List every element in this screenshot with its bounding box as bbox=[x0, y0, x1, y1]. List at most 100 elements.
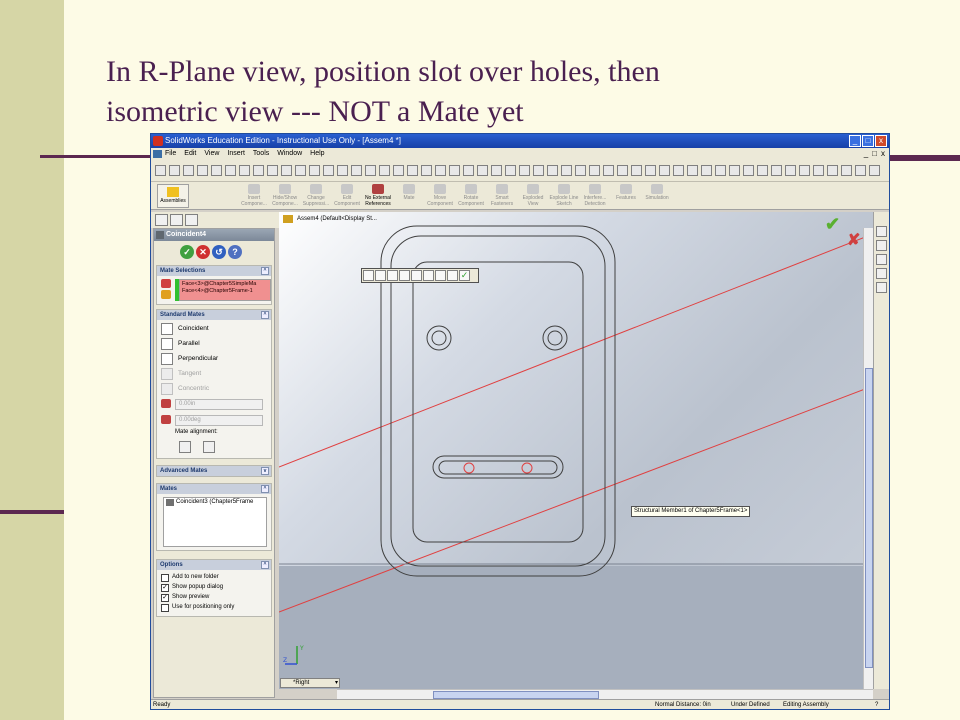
distance-popup-icon[interactable] bbox=[423, 270, 434, 281]
doc-close-button[interactable]: x bbox=[881, 148, 885, 160]
status-help-icon[interactable]: ? bbox=[875, 700, 878, 709]
toolbar-tool-icon[interactable] bbox=[715, 165, 726, 176]
collapse-chevron-icon[interactable]: ^ bbox=[261, 485, 269, 493]
checkbox-checked-icon[interactable]: ✓ bbox=[161, 594, 169, 602]
toolbar-tool-icon[interactable] bbox=[323, 165, 334, 176]
toolbar-tool-icon[interactable] bbox=[799, 165, 810, 176]
show-popup-dialog-checkbox[interactable]: ✓ Show popup dialog bbox=[161, 583, 223, 593]
toolbar-tool-icon[interactable] bbox=[281, 165, 292, 176]
collapse-chevron-icon[interactable]: ^ bbox=[261, 561, 269, 569]
menu-help[interactable]: Help bbox=[310, 148, 324, 160]
toolbar-tool-icon[interactable] bbox=[505, 165, 516, 176]
toolbar-tool-icon[interactable] bbox=[463, 165, 474, 176]
maximize-button[interactable]: □ bbox=[862, 135, 874, 147]
use-for-positioning-only-checkbox[interactable]: Use for positioning only bbox=[161, 603, 234, 613]
toolbar-tool-icon[interactable] bbox=[183, 165, 194, 176]
tangent-option[interactable]: Tangent bbox=[161, 368, 201, 382]
ok-popup-icon[interactable]: ✓ bbox=[459, 270, 470, 281]
toolbar-tool-icon[interactable] bbox=[743, 165, 754, 176]
toolbar-tool-icon[interactable] bbox=[169, 165, 180, 176]
toolbar-tool-icon[interactable] bbox=[771, 165, 782, 176]
show-preview-checkbox[interactable]: ✓ Show preview bbox=[161, 593, 209, 603]
collapse-chevron-icon[interactable]: ^ bbox=[261, 267, 269, 275]
toolbar-tool-icon[interactable] bbox=[813, 165, 824, 176]
document-icon[interactable] bbox=[153, 150, 162, 158]
toolbar-tool-icon[interactable] bbox=[603, 165, 614, 176]
assemblies-tab[interactable]: Assemblies bbox=[157, 184, 189, 208]
confirm-ok-icon[interactable]: ✔ bbox=[825, 214, 840, 235]
solidworks-app-icon[interactable] bbox=[153, 136, 163, 146]
command-move-component-button[interactable]: Move Component bbox=[425, 183, 455, 209]
command-insert-compone-button[interactable]: Insert Compone... bbox=[239, 183, 269, 209]
list-item[interactable]: Coincident3 (Chapter5Frame bbox=[176, 498, 266, 507]
coincident-option[interactable]: Coincident bbox=[161, 323, 209, 337]
scroll-thumb[interactable] bbox=[433, 691, 599, 699]
command-rotate-component-button[interactable]: Rotate Component bbox=[456, 183, 486, 209]
concentric-popup-icon[interactable] bbox=[411, 270, 422, 281]
ok-button[interactable]: ✓ bbox=[180, 245, 194, 259]
perpendicular-popup-icon[interactable] bbox=[387, 270, 398, 281]
toolbar-tool-icon[interactable] bbox=[155, 165, 166, 176]
command-change-suppressi-button[interactable]: Change Suppressi... bbox=[301, 183, 331, 209]
add-to-new-folder-checkbox[interactable]: Add to new folder bbox=[161, 573, 219, 583]
command-explode-line-sketch-button[interactable]: Explode Line Sketch bbox=[549, 183, 579, 209]
horizontal-scrollbar[interactable] bbox=[337, 689, 873, 699]
menu-tools[interactable]: Tools bbox=[253, 148, 269, 160]
toolbar-tool-icon[interactable] bbox=[785, 165, 796, 176]
toolbar-tool-icon[interactable] bbox=[701, 165, 712, 176]
toolbar-tool-icon[interactable] bbox=[827, 165, 838, 176]
list-item[interactable]: Face<3>@Chapter5SimpleMa bbox=[182, 281, 268, 288]
menu-insert[interactable]: Insert bbox=[227, 148, 245, 160]
toolbar-tool-icon[interactable] bbox=[855, 165, 866, 176]
toolbar-tool-icon[interactable] bbox=[267, 165, 278, 176]
parallel-popup-icon[interactable] bbox=[375, 270, 386, 281]
view-orientation-dropdown[interactable]: *Right bbox=[280, 678, 340, 688]
toolbar-tool-icon[interactable] bbox=[351, 165, 362, 176]
property-manager-tab-icon[interactable] bbox=[170, 214, 183, 226]
concentric-option[interactable]: Concentric bbox=[161, 383, 209, 397]
list-item[interactable]: Face<4>@Chapter5Frame-1 bbox=[182, 288, 268, 295]
mates-list[interactable]: Coincident3 (Chapter5Frame bbox=[163, 497, 267, 547]
command-edit-component-button[interactable]: Edit Component bbox=[332, 183, 362, 209]
cancel-button[interactable]: ✕ bbox=[196, 245, 210, 259]
toolbar-tool-icon[interactable] bbox=[253, 165, 264, 176]
menu-window[interactable]: Window bbox=[277, 148, 302, 160]
toolbar-tool-icon[interactable] bbox=[533, 165, 544, 176]
checkbox-icon[interactable] bbox=[161, 604, 169, 612]
command-no-external-references-button[interactable]: No External References bbox=[363, 183, 393, 209]
toolbar-tool-icon[interactable] bbox=[631, 165, 642, 176]
collapse-chevron-icon[interactable]: ^ bbox=[261, 311, 269, 319]
toolbar-tool-icon[interactable] bbox=[421, 165, 432, 176]
toolbar-tool-icon[interactable] bbox=[561, 165, 572, 176]
command-hide-show-compone-button[interactable]: Hide/Show Compone... bbox=[270, 183, 300, 209]
distance-field[interactable]: 0.00in bbox=[175, 399, 263, 410]
help-button[interactable]: ? bbox=[228, 245, 242, 259]
toolbar-tool-icon[interactable] bbox=[393, 165, 404, 176]
angle-field[interactable]: 0.00deg bbox=[175, 415, 263, 426]
standard-mates-header[interactable]: Standard Mates ^ bbox=[157, 310, 271, 320]
toolbar-tool-icon[interactable] bbox=[365, 165, 376, 176]
parallel-option[interactable]: Parallel bbox=[161, 338, 200, 352]
doc-restore-button[interactable]: □ bbox=[872, 148, 877, 160]
toolbar-tool-icon[interactable] bbox=[477, 165, 488, 176]
feature-tree-tab-icon[interactable] bbox=[155, 214, 168, 226]
perpendicular-option[interactable]: Perpendicular bbox=[161, 353, 218, 367]
toolbar-tool-icon[interactable] bbox=[519, 165, 530, 176]
home-icon[interactable] bbox=[876, 226, 887, 237]
flip-alignment-popup-icon[interactable] bbox=[447, 270, 458, 281]
toolbar-tool-icon[interactable] bbox=[295, 165, 306, 176]
toolbar-tool-icon[interactable] bbox=[617, 165, 628, 176]
file-explorer-icon[interactable] bbox=[876, 254, 887, 265]
coincident-popup-icon[interactable] bbox=[363, 270, 374, 281]
toolbar-tool-icon[interactable] bbox=[659, 165, 670, 176]
advanced-mates-header[interactable]: Advanced Mates v bbox=[157, 466, 271, 476]
undo-button[interactable]: ↺ bbox=[212, 245, 226, 259]
appearances-icon[interactable] bbox=[876, 282, 887, 293]
command-smart-fasteners-button[interactable]: Smart Fasteners bbox=[487, 183, 517, 209]
aligned-button[interactable] bbox=[179, 441, 191, 453]
command-features-button[interactable]: Features bbox=[611, 183, 641, 209]
toolbar-tool-icon[interactable] bbox=[211, 165, 222, 176]
toolbar-tool-icon[interactable] bbox=[239, 165, 250, 176]
toolbar-tool-icon[interactable] bbox=[869, 165, 880, 176]
configuration-tab-icon[interactable] bbox=[185, 214, 198, 226]
